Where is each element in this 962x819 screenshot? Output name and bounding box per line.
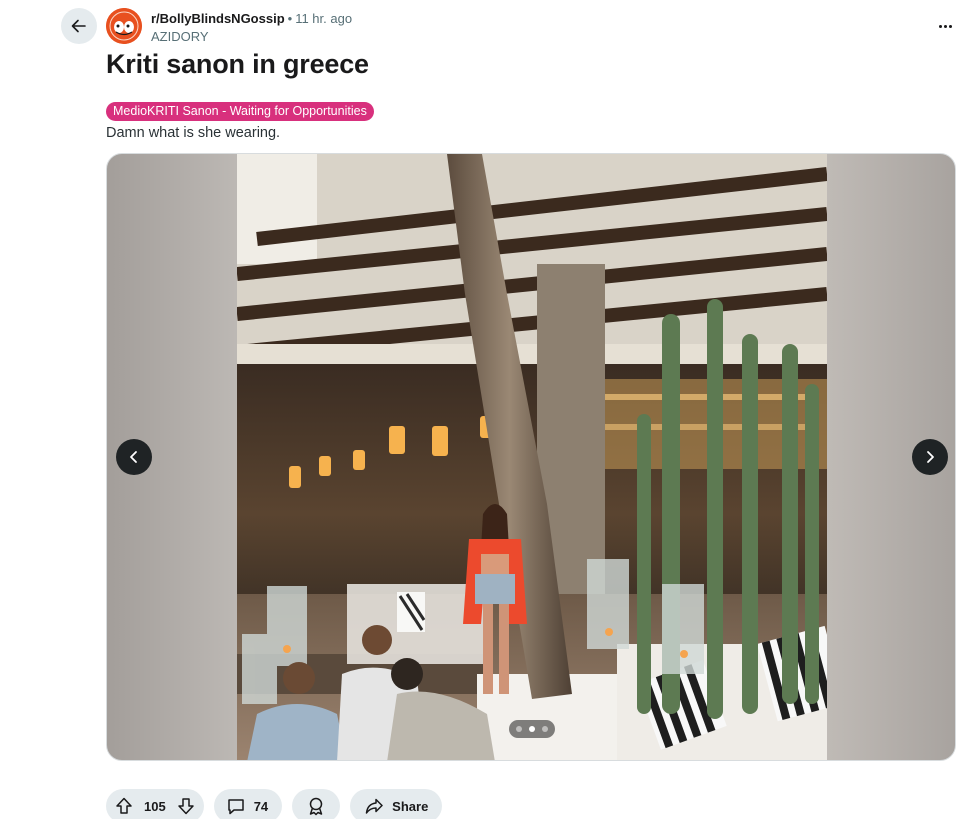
carousel-prev-button[interactable] <box>116 439 152 475</box>
chevron-right-icon <box>927 451 934 463</box>
share-button[interactable]: Share <box>350 789 443 819</box>
speech-bubble-icon <box>227 799 244 815</box>
overflow-menu-button[interactable] <box>930 12 960 40</box>
post-page: r/BollyBlindsNGossip • 11 hr. ago AZIDORY … <box>0 0 962 819</box>
comment-count: 74 <box>253 798 269 814</box>
more-horizontal-icon <box>938 24 942 28</box>
author-link[interactable]: AZIDORY <box>151 28 352 45</box>
carousel-dot[interactable] <box>516 726 522 732</box>
carousel-indicator <box>509 720 555 738</box>
carousel-dot[interactable] <box>542 726 548 732</box>
carousel-dot-active[interactable] <box>529 726 535 732</box>
meta-separator: • <box>287 11 293 26</box>
subreddit-link[interactable]: r/BollyBlindsNGossip <box>151 11 285 26</box>
post-body: Damn what is she wearing. <box>106 125 281 141</box>
award-button[interactable] <box>292 789 341 819</box>
subreddit-logo-icon <box>106 8 142 44</box>
post-meta: r/BollyBlindsNGossip • 11 hr. ago AZIDORY <box>151 10 352 45</box>
vote-control: 105 <box>106 789 204 819</box>
vote-count: 105 <box>144 798 166 814</box>
arrow-down-icon[interactable] <box>176 796 196 816</box>
post-timestamp: 11 hr. ago <box>295 11 353 26</box>
share-arrow-icon <box>365 798 383 814</box>
post-title: Kriti sanon in greece <box>106 49 369 79</box>
post-image[interactable] <box>237 154 827 760</box>
comments-button[interactable]: 74 <box>213 789 283 819</box>
award-icon <box>309 797 323 816</box>
post-flair[interactable]: MedioKRITI Sanon - Waiting for Opportuni… <box>106 102 374 121</box>
media-carousel[interactable] <box>106 153 956 761</box>
share-label: Share <box>392 798 429 814</box>
subreddit-avatar[interactable] <box>106 8 142 44</box>
arrow-up-icon[interactable] <box>114 796 134 816</box>
carousel-next-button[interactable] <box>912 439 948 475</box>
chevron-left-icon <box>130 451 137 463</box>
arrow-left-icon <box>71 19 86 33</box>
back-button[interactable] <box>61 8 97 44</box>
post-action-bar: 105 74 Share <box>106 789 443 819</box>
